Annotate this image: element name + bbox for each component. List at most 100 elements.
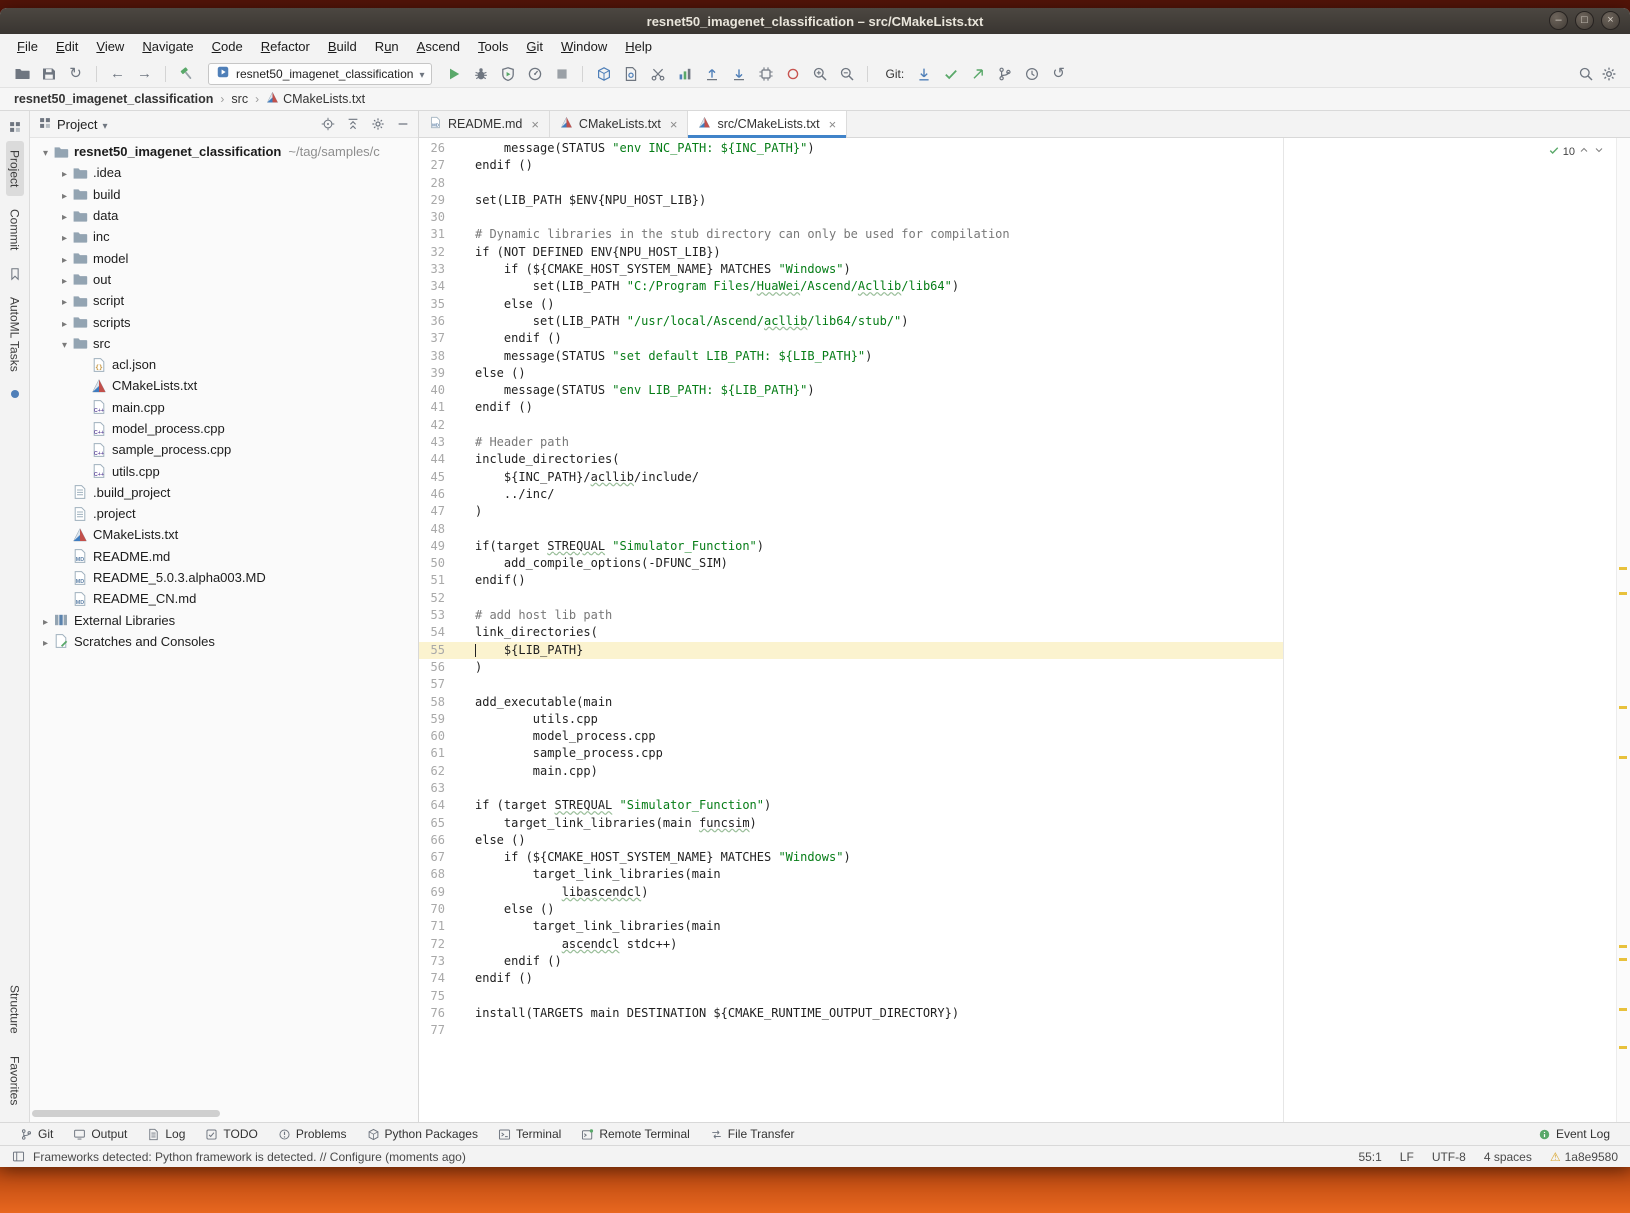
chevron-down-icon[interactable]: ▾ bbox=[57, 336, 72, 351]
menu-ascend[interactable]: Ascend bbox=[408, 34, 469, 60]
file-encoding[interactable]: UTF-8 bbox=[1432, 1150, 1466, 1164]
python-packages-toolwindow-button[interactable]: Python Packages bbox=[357, 1123, 488, 1145]
title-bar[interactable]: resnet50_imagenet_classification – src/C… bbox=[0, 8, 1630, 34]
tree-item-scratches-and-consoles[interactable]: ▸ Scratches and Consoles bbox=[30, 631, 418, 652]
sync-icon[interactable]: ↻ bbox=[64, 63, 87, 84]
chevron-right-icon[interactable]: ▸ bbox=[57, 315, 72, 330]
chevron-right-icon[interactable]: ▸ bbox=[57, 251, 72, 266]
menu-tools[interactable]: Tools bbox=[469, 34, 517, 60]
editor-tab-src-cmakelists-txt[interactable]: src/CMakeLists.txt × bbox=[688, 111, 848, 138]
error-stripe-scrollbar[interactable] bbox=[1616, 138, 1630, 1122]
code-line[interactable]: 63 bbox=[419, 780, 1616, 797]
locate-file-icon[interactable] bbox=[321, 117, 335, 131]
git-commit-check-icon[interactable] bbox=[939, 63, 962, 84]
tree-item-acl-json[interactable]: {} acl.json bbox=[30, 354, 418, 375]
menu-view[interactable]: View bbox=[87, 34, 133, 60]
code-line[interactable]: 70 else () bbox=[419, 901, 1616, 918]
code-line[interactable]: 54 link_directories( bbox=[419, 624, 1616, 641]
indent-style[interactable]: 4 spaces bbox=[1484, 1150, 1532, 1164]
warning-stripe-mark[interactable] bbox=[1619, 958, 1627, 961]
chevron-right-icon[interactable]: ▸ bbox=[57, 165, 72, 180]
code-line[interactable]: 77 bbox=[419, 1022, 1616, 1039]
profiler-gauge-icon[interactable] bbox=[523, 63, 546, 84]
hide-panel-icon[interactable] bbox=[396, 117, 410, 131]
git-revision[interactable]: ⚠ 1a8e9580 bbox=[1550, 1150, 1618, 1164]
project-stripe-button[interactable]: Project bbox=[5, 141, 24, 197]
line-separator[interactable]: LF bbox=[1400, 1150, 1414, 1164]
tree-item-sample-process-cpp[interactable]: C++ sample_process.cpp bbox=[30, 439, 418, 460]
git-update-icon[interactable] bbox=[912, 63, 935, 84]
code-line[interactable]: 36 set(LIB_PATH "/usr/local/Ascend/aclli… bbox=[419, 313, 1616, 330]
menu-edit[interactable]: Edit bbox=[47, 34, 87, 60]
debug-icon[interactable] bbox=[469, 63, 492, 84]
next-problem-icon[interactable] bbox=[1593, 144, 1605, 159]
menu-code[interactable]: Code bbox=[203, 34, 252, 60]
zoom-in-icon[interactable] bbox=[808, 63, 831, 84]
collapse-all-icon[interactable] bbox=[346, 117, 360, 131]
download-icon[interactable] bbox=[727, 63, 750, 84]
code-line[interactable]: 26 message(STATUS "env INC_PATH: ${INC_P… bbox=[419, 140, 1616, 157]
code-line[interactable]: 51 endif() bbox=[419, 572, 1616, 589]
run-icon[interactable] bbox=[442, 63, 465, 84]
todo-toolwindow-button[interactable]: TODO bbox=[195, 1123, 267, 1145]
warning-stripe-mark[interactable] bbox=[1619, 756, 1627, 760]
structure-stripe-button[interactable]: Structure bbox=[6, 976, 24, 1043]
tree-item-project[interactable]: .project bbox=[30, 503, 418, 524]
record-icon[interactable] bbox=[781, 63, 804, 84]
code-line[interactable]: 75 bbox=[419, 988, 1616, 1005]
tree-item-build[interactable]: ▸ build bbox=[30, 184, 418, 205]
inspection-widget[interactable]: 10 bbox=[1544, 143, 1608, 160]
menu-navigate[interactable]: Navigate bbox=[133, 34, 202, 60]
doc-gear-icon[interactable] bbox=[619, 63, 642, 84]
tree-item-script[interactable]: ▸ script bbox=[30, 290, 418, 311]
git-rollback-icon[interactable]: ↺ bbox=[1047, 63, 1070, 84]
chart-icon[interactable] bbox=[673, 63, 696, 84]
code-line[interactable]: 58 add_executable(main bbox=[419, 694, 1616, 711]
tree-item-external-libraries[interactable]: ▸ External Libraries bbox=[30, 610, 418, 631]
warning-stripe-mark[interactable] bbox=[1619, 945, 1627, 949]
code-line[interactable]: 56) bbox=[419, 659, 1616, 676]
code-line[interactable]: 43 # Header path bbox=[419, 434, 1616, 451]
code-line[interactable]: 44 include_directories( bbox=[419, 451, 1616, 468]
chevron-down-icon[interactable]: ▾ bbox=[38, 144, 53, 159]
code-line[interactable]: 68 target_link_libraries(main bbox=[419, 866, 1616, 883]
menu-help[interactable]: Help bbox=[616, 34, 661, 60]
maximize-button[interactable]: □ bbox=[1575, 11, 1594, 30]
code-line[interactable]: 45 ${INC_PATH}/acllib/include/ bbox=[419, 469, 1616, 486]
tree-item-cmakelists-txt[interactable]: CMakeLists.txt bbox=[30, 524, 418, 545]
code-line[interactable]: 76 install(TARGETS main DESTINATION ${CMA… bbox=[419, 1005, 1616, 1022]
close-tab-icon[interactable]: × bbox=[531, 118, 539, 131]
menu-window[interactable]: Window bbox=[552, 34, 616, 60]
tree-item-idea[interactable]: ▸ .idea bbox=[30, 162, 418, 183]
code-line[interactable]: 49 if(target STREQUAL "Simulator_Function… bbox=[419, 538, 1616, 555]
commit-stripe-button[interactable]: Commit bbox=[6, 200, 24, 259]
warning-stripe-mark[interactable] bbox=[1619, 592, 1627, 596]
code-line[interactable]: 30 bbox=[419, 209, 1616, 226]
close-tab-icon[interactable]: × bbox=[829, 118, 837, 131]
code-line[interactable]: 60 model_process.cpp bbox=[419, 728, 1616, 745]
toolwindow-grid-icon[interactable] bbox=[8, 120, 22, 134]
toolwindow-toggle-icon[interactable] bbox=[12, 1150, 25, 1163]
code-line[interactable]: 29 set(LIB_PATH $ENV{NPU_HOST_LIB}) bbox=[419, 192, 1616, 209]
code-line[interactable]: 35 else () bbox=[419, 296, 1616, 313]
output-toolwindow-button[interactable]: Output bbox=[63, 1123, 137, 1145]
upload-icon[interactable] bbox=[700, 63, 723, 84]
warning-stripe-mark[interactable] bbox=[1619, 566, 1627, 570]
tree-item-out[interactable]: ▸ out bbox=[30, 269, 418, 290]
tree-item-inc[interactable]: ▸ inc bbox=[30, 226, 418, 247]
coverage-shield-icon[interactable] bbox=[496, 63, 519, 84]
breadcrumb-src[interactable]: src bbox=[231, 92, 248, 106]
code-line[interactable]: 66 else () bbox=[419, 832, 1616, 849]
tree-item-model[interactable]: ▸ model bbox=[30, 247, 418, 268]
code-line[interactable]: 27 endif () bbox=[419, 157, 1616, 174]
chevron-right-icon[interactable]: ▸ bbox=[57, 293, 72, 308]
caret-position[interactable]: 55:1 bbox=[1358, 1150, 1381, 1164]
tree-item-model-process-cpp[interactable]: C++ model_process.cpp bbox=[30, 418, 418, 439]
problems-toolwindow-button[interactable]: Problems bbox=[268, 1123, 357, 1145]
editor-tab-readme-md[interactable]: MD README.md × bbox=[419, 111, 550, 137]
favorites-stripe-button[interactable]: Favorites bbox=[6, 1047, 24, 1114]
chevron-right-icon[interactable]: ▸ bbox=[57, 229, 72, 244]
code-line[interactable]: 69 libascendcl) bbox=[419, 884, 1616, 901]
log-toolwindow-button[interactable]: Log bbox=[137, 1123, 195, 1145]
tree-item-build-project[interactable]: .build_project bbox=[30, 482, 418, 503]
